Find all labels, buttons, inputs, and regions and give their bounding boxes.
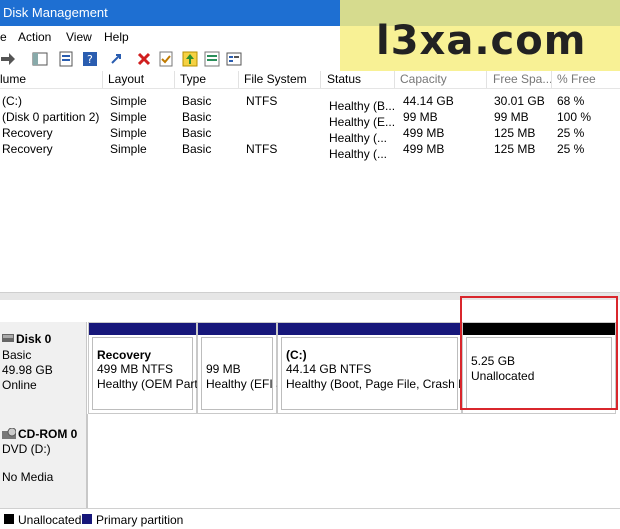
cell-capacity: 499 MB	[403, 126, 445, 140]
partition-name: (C:)	[286, 348, 307, 362]
disk-0-size: 49.98 GB	[2, 363, 53, 377]
disk-0-name: Disk 0	[16, 332, 52, 346]
cell-layout: Simple	[110, 126, 147, 140]
partition-name: Recovery	[97, 348, 152, 362]
cell-free-space: 99 MB	[494, 110, 529, 124]
partition-status: Healthy (Boot, Page File, Crash Dum	[286, 377, 484, 391]
cell-volume: (C:)	[2, 94, 22, 108]
cell-capacity: 499 MB	[403, 142, 445, 156]
partition-recovery[interactable]: Recovery 499 MB NTFS Healthy (OEM Part	[88, 322, 198, 414]
column-header-volume[interactable]: lume	[0, 72, 26, 86]
column-header-free-space[interactable]: Free Spa...	[493, 72, 552, 86]
legend-label-unallocated: Unallocated	[18, 513, 82, 527]
cd-rom-0-label[interactable]: CD-ROM 0 DVD (D:) No Media	[0, 414, 87, 512]
connect-icon[interactable]	[110, 51, 126, 67]
partition-status: Healthy (OEM Part	[97, 377, 198, 391]
menu-file[interactable]: e	[0, 30, 7, 44]
checkmark-icon[interactable]	[158, 51, 174, 67]
cell-type: Basic	[182, 110, 212, 124]
column-header-row: lume Layout Type File System Status Capa…	[0, 71, 620, 89]
cell-free-space: 125 MB	[494, 126, 536, 140]
forward-arrow-icon[interactable]	[0, 51, 16, 67]
menu-action[interactable]: Action	[18, 30, 51, 44]
view-icon[interactable]	[226, 51, 242, 67]
column-header-status[interactable]: Status	[327, 72, 361, 86]
menu-help[interactable]: Help	[104, 30, 129, 44]
cell-file-system: NTFS	[246, 142, 278, 156]
cd-rom-0-status: No Media	[2, 470, 54, 484]
column-header-percent-free[interactable]: % Free	[557, 72, 596, 86]
cd-drive-icon	[2, 428, 16, 439]
partition-bar	[198, 323, 276, 335]
cell-file-system: NTFS	[246, 94, 278, 108]
legend-label-primary: Primary partition	[96, 513, 184, 527]
up-icon[interactable]	[182, 51, 198, 67]
properties-icon[interactable]	[58, 51, 74, 67]
cell-capacity: 99 MB	[403, 110, 438, 124]
cell-percent-free: 68 %	[557, 94, 585, 108]
highlight-box	[460, 296, 618, 410]
partition-size: 44.14 GB NTFS	[286, 362, 372, 376]
cell-free-space: 125 MB	[494, 142, 536, 156]
menu-view[interactable]: View	[66, 30, 92, 44]
partition-status: Healthy (EFI S	[206, 377, 285, 391]
disk-icon	[2, 334, 14, 342]
column-header-capacity[interactable]: Capacity	[400, 72, 447, 86]
cell-capacity: 44.14 GB	[403, 94, 454, 108]
legend-swatch-unallocated	[4, 514, 14, 524]
disk-0-label[interactable]: Disk 0 Basic 49.98 GB Online	[0, 322, 87, 414]
cell-volume: (Disk 0 partition 2)	[2, 110, 100, 124]
svg-text:?: ?	[87, 53, 93, 66]
partition-bar	[278, 323, 461, 335]
cell-volume: Recovery	[2, 126, 53, 140]
cell-free-space: 30.01 GB	[494, 94, 545, 108]
table-row[interactable]: Recovery Simple Basic Healthy (... 499 M…	[0, 126, 620, 145]
refresh-icon[interactable]	[204, 51, 220, 67]
volume-list: lume Layout Type File System Status Capa…	[0, 71, 620, 292]
cell-percent-free: 25 %	[557, 142, 585, 156]
column-header-layout[interactable]: Layout	[108, 72, 144, 86]
table-row[interactable]: (C:) Simple Basic NTFS Healthy (B... 44.…	[0, 94, 620, 113]
watermark-text: l3xa.com	[376, 18, 587, 64]
column-header-file-system[interactable]: File System	[244, 72, 307, 86]
window-title: Disk Management	[3, 5, 108, 20]
console-tree-icon[interactable]	[32, 51, 48, 67]
cell-type: Basic	[182, 94, 212, 108]
cell-type: Basic	[182, 142, 212, 156]
column-header-type[interactable]: Type	[180, 72, 206, 86]
cd-rom-0-type: DVD (D:)	[2, 442, 51, 456]
cell-layout: Simple	[110, 110, 147, 124]
cell-status: Healthy (...	[329, 147, 388, 161]
partition-c[interactable]: (C:) 44.14 GB NTFS Healthy (Boot, Page F…	[277, 322, 483, 414]
disk-0-status: Online	[2, 378, 37, 392]
partition-size: 99 MB	[206, 362, 241, 376]
cell-percent-free: 100 %	[557, 110, 592, 124]
partition-efi[interactable]: 99 MB Healthy (EFI S	[197, 322, 284, 414]
cell-volume: Recovery	[2, 142, 53, 156]
table-row[interactable]: (Disk 0 partition 2) Simple Basic Health…	[0, 110, 620, 129]
cell-type: Basic	[182, 126, 212, 140]
help-icon[interactable]: ?	[82, 51, 98, 67]
legend: Unallocated Primary partition	[0, 508, 620, 529]
disk-0-type: Basic	[2, 348, 32, 362]
cd-rom-0-name: CD-ROM 0	[18, 427, 78, 441]
legend-swatch-primary	[82, 514, 92, 524]
partition-bar	[89, 323, 196, 335]
cell-percent-free: 25 %	[557, 126, 585, 140]
partition-size: 499 MB NTFS	[97, 362, 174, 376]
table-row[interactable]: Recovery Simple Basic NTFS Healthy (... …	[0, 142, 620, 161]
cell-layout: Simple	[110, 94, 147, 108]
delete-icon[interactable]	[136, 51, 152, 67]
cell-layout: Simple	[110, 142, 147, 156]
